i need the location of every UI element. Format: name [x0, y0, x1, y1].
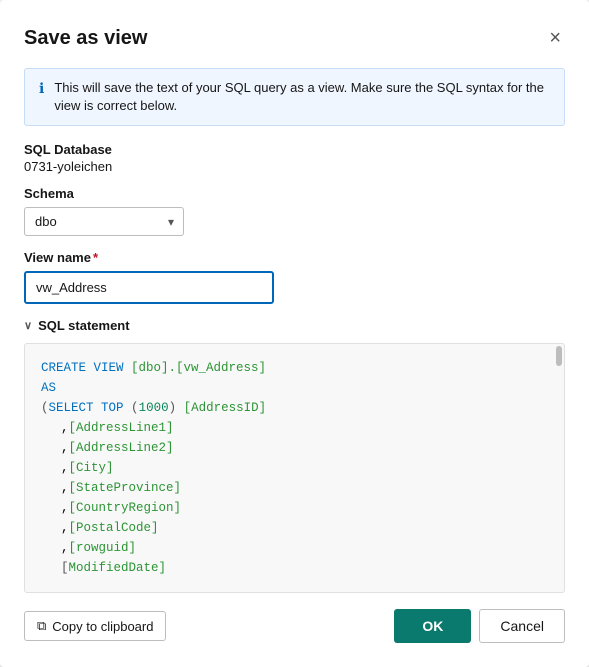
required-indicator: *: [93, 250, 98, 265]
sql-line-8: ,[CountryRegion]: [41, 498, 548, 518]
sql-line-1: CREATE VIEW [dbo].[vw_Address]: [41, 358, 548, 378]
close-button[interactable]: ×: [545, 24, 565, 52]
info-banner: ℹ This will save the text of your SQL qu…: [24, 68, 565, 126]
dialog-footer: ⧉ Copy to clipboard OK Cancel: [24, 609, 565, 643]
sql-line-4: ,[AddressLine1]: [41, 418, 548, 438]
db-label: SQL Database: [24, 142, 565, 157]
schema-select[interactable]: dbo: [24, 207, 184, 236]
sql-section-toggle[interactable]: ∨ SQL statement: [24, 318, 565, 333]
copy-to-clipboard-button[interactable]: ⧉ Copy to clipboard: [24, 611, 166, 641]
sql-line-7: ,[StateProvince]: [41, 478, 548, 498]
sql-line-5: ,[AddressLine2]: [41, 438, 548, 458]
db-value: 0731-yoleichen: [24, 159, 565, 174]
cancel-button[interactable]: Cancel: [479, 609, 565, 643]
sql-section-label: SQL statement: [38, 318, 130, 333]
schema-select-wrapper: dbo ▾: [24, 207, 184, 236]
copy-label: Copy to clipboard: [52, 619, 153, 634]
schema-group: Schema dbo ▾: [24, 186, 565, 236]
sql-line-9: ,[PostalCode]: [41, 518, 548, 538]
info-icon: ℹ: [39, 80, 44, 97]
action-buttons: OK Cancel: [394, 609, 565, 643]
save-as-view-dialog: Save as view × ℹ This will save the text…: [0, 0, 589, 667]
sql-line-11: [ModifiedDate]: [41, 558, 548, 578]
sql-line-10: ,[rowguid]: [41, 538, 548, 558]
sql-line-3: (SELECT TOP (1000) [AddressID]: [41, 398, 548, 418]
chevron-right-icon: ∨: [24, 319, 32, 332]
view-name-label: View name*: [24, 250, 565, 265]
view-name-input[interactable]: [24, 271, 274, 304]
sql-code-block: CREATE VIEW [dbo].[vw_Address] AS (SELEC…: [24, 343, 565, 593]
copy-icon: ⧉: [37, 618, 46, 634]
view-name-group: View name*: [24, 250, 565, 304]
sql-line-6: ,[City]: [41, 458, 548, 478]
info-text: This will save the text of your SQL quer…: [54, 79, 550, 115]
ok-button[interactable]: OK: [394, 609, 471, 643]
dialog-header: Save as view ×: [24, 24, 565, 52]
sql-line-2: AS: [41, 378, 548, 398]
scrollbar[interactable]: [556, 346, 562, 366]
dialog-title: Save as view: [24, 27, 147, 50]
schema-label: Schema: [24, 186, 565, 201]
